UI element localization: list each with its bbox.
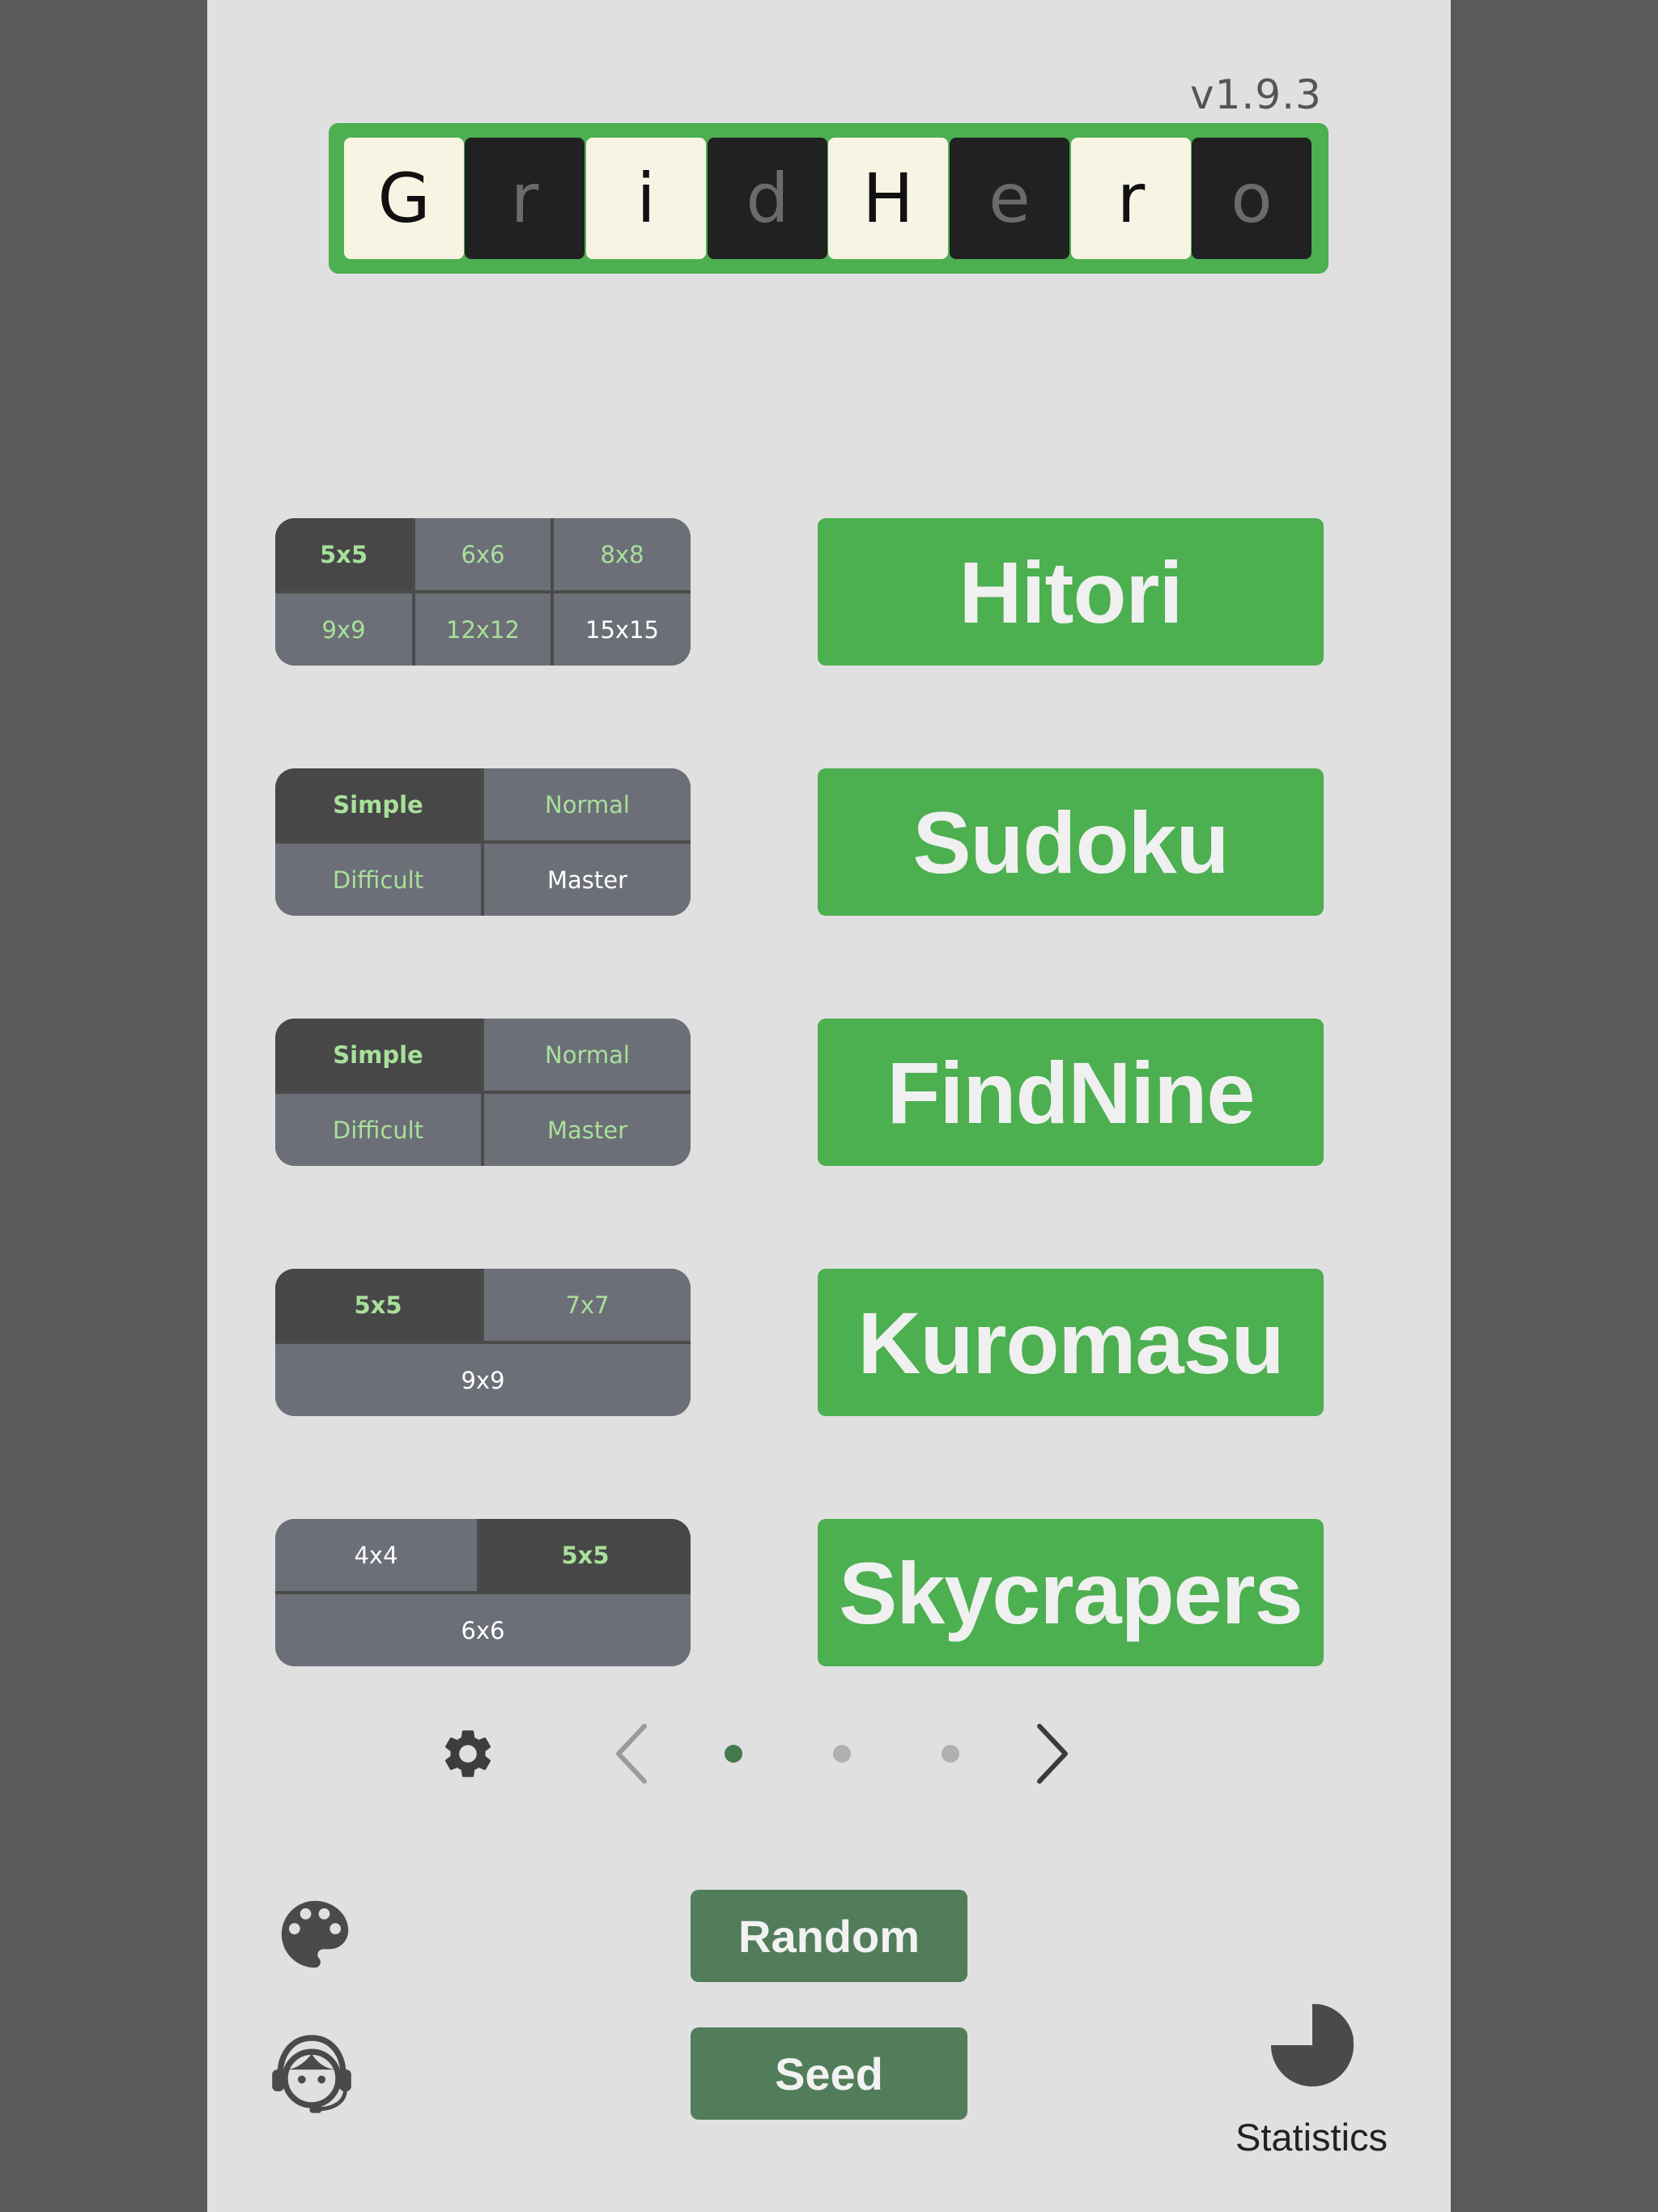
hitori-option-9x9[interactable]: 9x9 — [275, 593, 412, 666]
sudoku-option-simple[interactable]: Simple — [275, 768, 481, 840]
kuromasu-option-7x7[interactable]: 7x7 — [484, 1269, 691, 1341]
findnine-difficulty-selector: Simple Normal Difficult Master — [275, 1019, 691, 1166]
hitori-button[interactable]: Hitori — [818, 518, 1324, 666]
chevron-left-icon[interactable] — [609, 1721, 657, 1786]
version-label: v1.9.3 — [1190, 71, 1322, 118]
logo-tile: r — [1071, 138, 1191, 259]
skycrapers-option-4x4[interactable]: 4x4 — [275, 1519, 477, 1591]
logo-tile: r — [465, 138, 585, 259]
page-dot-3[interactable] — [942, 1745, 959, 1763]
findnine-button[interactable]: FindNine — [818, 1019, 1324, 1166]
logo-tile: G — [344, 138, 464, 259]
gridhero-logo: G r i d H e r o — [329, 123, 1329, 274]
sudoku-difficulty-selector: Simple Normal Difficult Master — [275, 768, 691, 916]
seed-button[interactable]: Seed — [691, 2027, 967, 2120]
sudoku-option-normal[interactable]: Normal — [484, 768, 691, 840]
palette-icon[interactable] — [270, 1890, 359, 1979]
pie-chart-icon[interactable] — [1265, 1998, 1359, 2092]
hitori-option-15x15[interactable]: 15x15 — [554, 593, 691, 666]
logo-tile: d — [708, 138, 827, 259]
random-button[interactable]: Random — [691, 1890, 967, 1982]
chevron-right-icon[interactable] — [1027, 1721, 1075, 1786]
statistics-label[interactable]: Statistics — [1214, 2115, 1409, 2159]
hitori-option-5x5[interactable]: 5x5 — [275, 518, 412, 590]
skycrapers-button[interactable]: Skycrapers — [818, 1519, 1324, 1666]
skycrapers-option-5x5[interactable]: 5x5 — [480, 1519, 691, 1591]
logo-tile: o — [1192, 138, 1312, 259]
kuromasu-option-5x5[interactable]: 5x5 — [275, 1269, 481, 1341]
logo-tile: i — [586, 138, 706, 259]
sudoku-button[interactable]: Sudoku — [818, 768, 1324, 916]
skycrapers-size-selector: 4x4 5x5 6x6 — [275, 1519, 691, 1666]
findnine-option-difficult[interactable]: Difficult — [275, 1094, 481, 1166]
kuromasu-button[interactable]: Kuromasu — [818, 1269, 1324, 1416]
page-dot-1[interactable] — [725, 1745, 742, 1763]
sudoku-option-difficult[interactable]: Difficult — [275, 844, 481, 916]
findnine-option-master[interactable]: Master — [484, 1094, 691, 1166]
page-dot-2[interactable] — [833, 1745, 851, 1763]
hitori-option-8x8[interactable]: 8x8 — [554, 518, 691, 590]
kuromasu-size-selector: 5x5 7x7 9x9 — [275, 1269, 691, 1416]
skycrapers-option-6x6[interactable]: 6x6 — [275, 1594, 691, 1666]
hitori-option-12x12[interactable]: 12x12 — [415, 593, 551, 666]
hitori-option-6x6[interactable]: 6x6 — [415, 518, 551, 590]
support-agent-icon[interactable] — [262, 2024, 361, 2123]
gear-icon[interactable] — [439, 1725, 497, 1783]
hitori-size-selector: 5x5 6x6 8x8 9x9 12x12 15x15 — [275, 518, 691, 666]
logo-tile: e — [950, 138, 1069, 259]
logo-tile: H — [828, 138, 948, 259]
findnine-option-simple[interactable]: Simple — [275, 1019, 481, 1091]
sudoku-option-master[interactable]: Master — [484, 844, 691, 916]
findnine-option-normal[interactable]: Normal — [484, 1019, 691, 1091]
kuromasu-option-9x9[interactable]: 9x9 — [275, 1344, 691, 1416]
